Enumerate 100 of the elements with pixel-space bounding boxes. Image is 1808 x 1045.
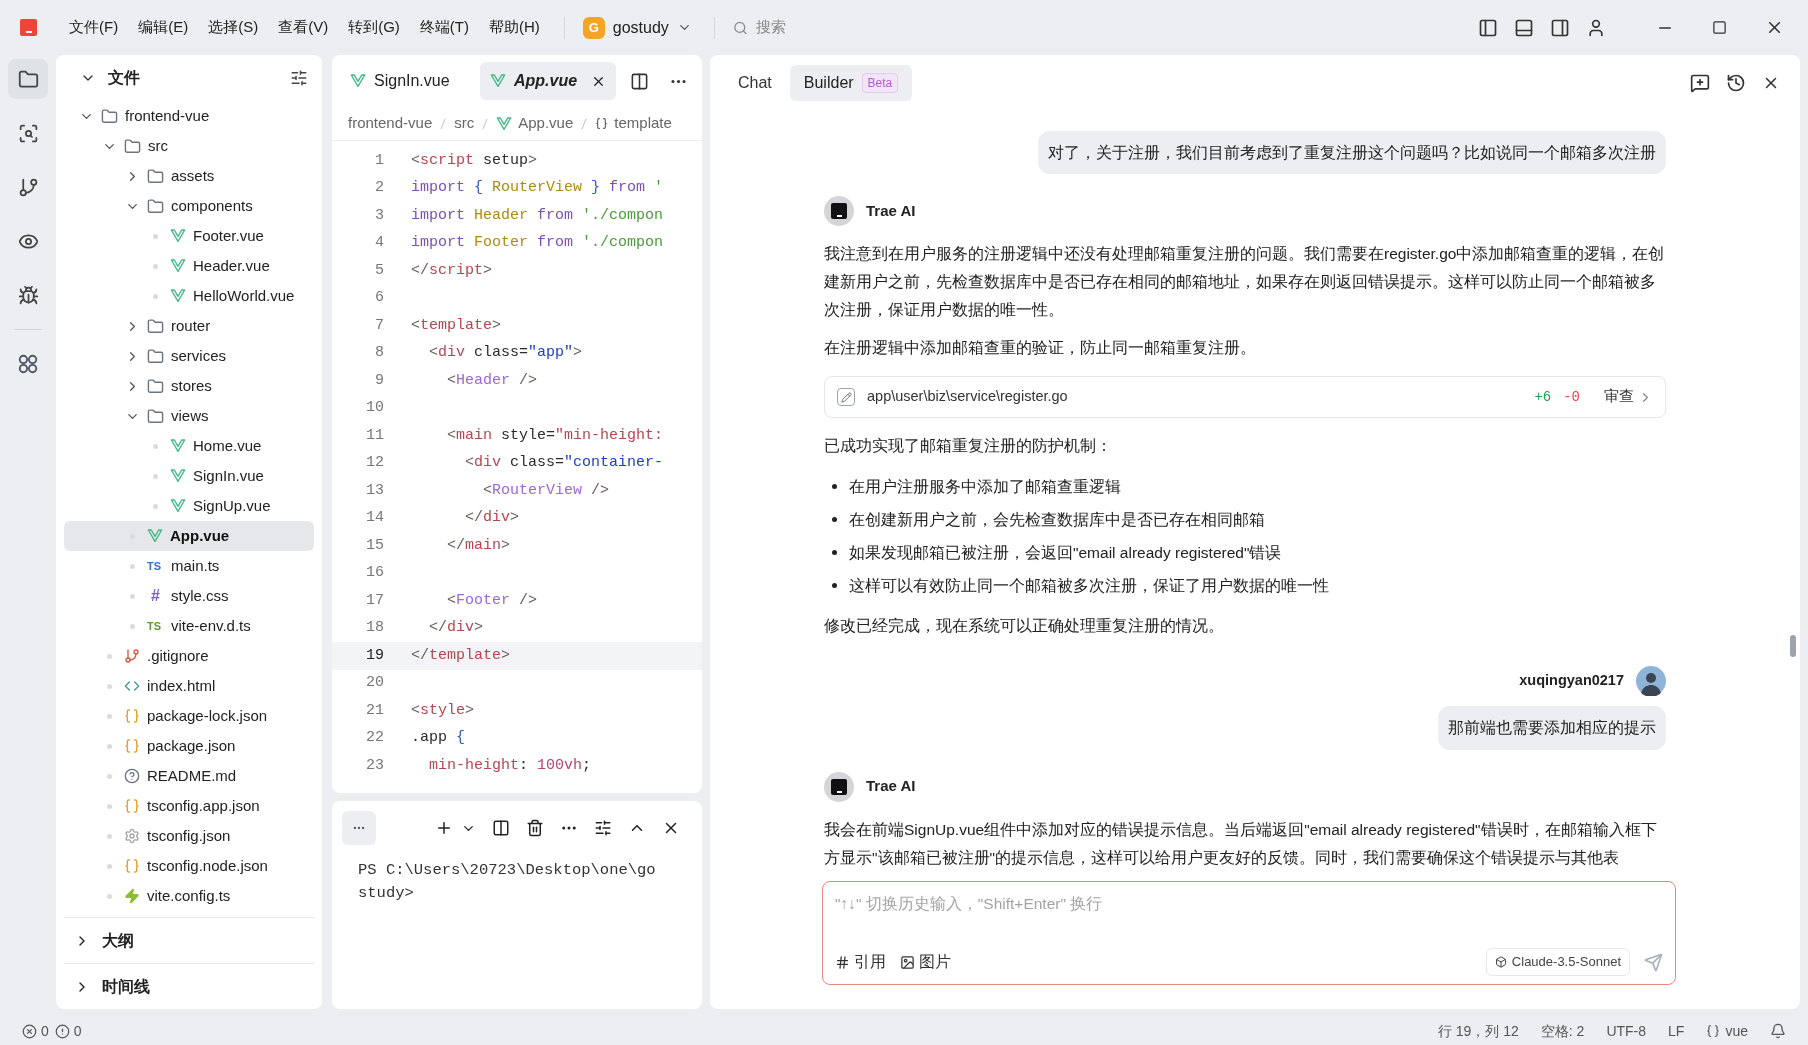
status-item[interactable]: UTF-8 [1606,1020,1647,1042]
error-count[interactable]: 0 [41,1020,49,1042]
bullet-icon [832,484,837,490]
split-icon[interactable] [492,819,510,837]
tree-item[interactable]: src [64,131,314,161]
status-item[interactable]: 行 19，列 12 [1437,1020,1519,1042]
filter-icon[interactable] [290,69,308,87]
warning-count[interactable]: 0 [73,1020,82,1042]
tree-item[interactable]: HelloWorld.vue [64,281,314,311]
add-icon[interactable] [435,819,453,837]
ai-avatar [824,196,854,227]
panel-toggle-icon[interactable] [1514,17,1534,38]
menu-item[interactable]: 帮助(H) [479,16,550,39]
code-line: <Footer /> [446,590,538,611]
tree-item[interactable]: App.vue [64,521,314,551]
folder-icon [124,137,141,155]
list-item-text: 在创建新用户之前，会先检查数据库中是否已存在相同邮箱 [849,510,1265,531]
search-icon[interactable] [17,122,39,144]
branch-icon[interactable] [17,176,39,198]
language-mode[interactable]: vue [1725,1020,1748,1042]
attach-button[interactable]: 图片 [900,950,951,974]
extensions-icon[interactable] [17,353,39,375]
status-item[interactable]: 空格: 2 [1540,1020,1585,1042]
tree-item[interactable]: Footer.vue [64,221,314,251]
line-number: 19 [365,645,384,666]
trash-icon[interactable] [526,819,544,837]
line-number: 16 [365,563,384,583]
model-selector[interactable]: Claude-3.5-Sonnet [1485,948,1630,976]
line-number: 3 [374,205,384,226]
tree-item[interactable]: TS main.ts [64,551,314,581]
bug-icon[interactable] [17,284,39,306]
tree-item[interactable]: Home.vue [64,431,314,461]
history-icon[interactable] [1726,73,1746,93]
folder-icon [147,347,164,365]
user-name: xuqingyan0217 [1519,671,1624,691]
tree-item[interactable]: vite.config.ts [64,881,314,911]
code-line: min-height: 100vh; [428,755,592,776]
bullet-icon [832,517,837,523]
tree-item[interactable]: package-lock.json [64,701,314,731]
tree-item[interactable]: router [64,311,314,341]
code-line: .app { [411,728,466,748]
tree-item[interactable]: tsconfig.node.json [64,851,314,881]
section-header[interactable]: 大纲 [64,917,314,963]
new-chat-icon[interactable] [1690,73,1710,93]
menu-item[interactable]: 文件(F) [59,16,129,39]
menu-item[interactable]: 转到(G) [338,16,410,39]
maximize-icon[interactable] [1712,20,1727,35]
attach-button[interactable]: 引用 [835,950,886,974]
tree-item[interactable]: views [64,401,314,431]
review-button[interactable]: 审查 [1604,386,1653,409]
tree-item[interactable]: .gitignore [64,641,314,671]
code-line: <RouterView /> [482,480,610,501]
tree-item[interactable]: # style.css [64,581,314,611]
message-input[interactable]: "↑↓" 切换历史输入，"Shift+Enter" 换行 引用 图片 Claude-3.5-Sonnet [822,881,1676,985]
tree-item[interactable]: index.html [64,671,314,701]
menu-item[interactable]: 编辑(E) [128,16,199,39]
tree-item[interactable]: tsconfig.app.json [64,791,314,821]
tree-item[interactable]: services [64,341,314,371]
file-name: assets [171,165,215,186]
tree-item[interactable]: TS vite-env.d.ts [64,611,314,641]
status-item[interactable]: LF [1668,1020,1685,1042]
menu-item[interactable]: 查看(V) [268,16,339,39]
editor-tab[interactable]: SignIn.vue [340,62,476,100]
message-textarea[interactable]: "↑↓" 切换历史输入，"Shift+Enter" 换行 [835,892,1663,948]
sidebar-toggle-icon[interactable] [1478,17,1498,38]
split-editor-icon[interactable] [630,71,649,91]
breadcrumb-item[interactable]: App.vue [496,112,574,135]
bullet-icon [832,550,837,556]
tree-item[interactable]: frontend-vue [64,101,314,131]
tree-item[interactable]: README.md [64,761,314,791]
chat-tab[interactable]: Builder Beta [789,65,913,101]
menu-item[interactable]: 终端(T) [409,16,479,39]
editor-tab[interactable]: App.vue [480,62,616,100]
bell-icon[interactable] [1770,1023,1786,1039]
code-line: </div> [428,618,484,638]
scrollbar-thumb[interactable] [1790,635,1796,657]
account-icon[interactable] [1586,17,1606,38]
tree-item[interactable]: components [64,191,314,221]
tree-item[interactable]: Header.vue [64,251,314,281]
file-change-card[interactable]: app\user\biz\service\register.go +6 -0 审查 [824,376,1666,419]
folder-icon[interactable] [17,68,39,90]
vue-icon [496,115,513,132]
tree-item[interactable]: SignIn.vue [64,461,314,491]
code-line: </script> [411,260,493,281]
project-switcher[interactable]: G gostudy [578,15,696,40]
cube-icon [1494,956,1507,968]
settings-icon[interactable] [594,819,612,837]
tree-item[interactable]: stores [64,371,314,401]
tree-item[interactable]: assets [64,161,314,191]
tree-item[interactable]: tsconfig.json [64,821,314,851]
tree-item[interactable]: SignUp.vue [64,491,314,521]
code-line: import Footer from './compon [411,233,664,253]
section-header[interactable]: 时间线 [64,963,314,1009]
chat-tab[interactable]: Chat [724,65,786,101]
breadcrumb-item[interactable]: src [454,112,475,135]
breadcrumb-item[interactable]: frontend-vue [348,112,433,135]
tree-item[interactable]: package.json [64,731,314,761]
menu-item[interactable]: 选择(S) [198,16,269,39]
sidebar-toggle-icon[interactable] [1550,17,1570,38]
breadcrumb-item[interactable]: template [595,112,672,135]
